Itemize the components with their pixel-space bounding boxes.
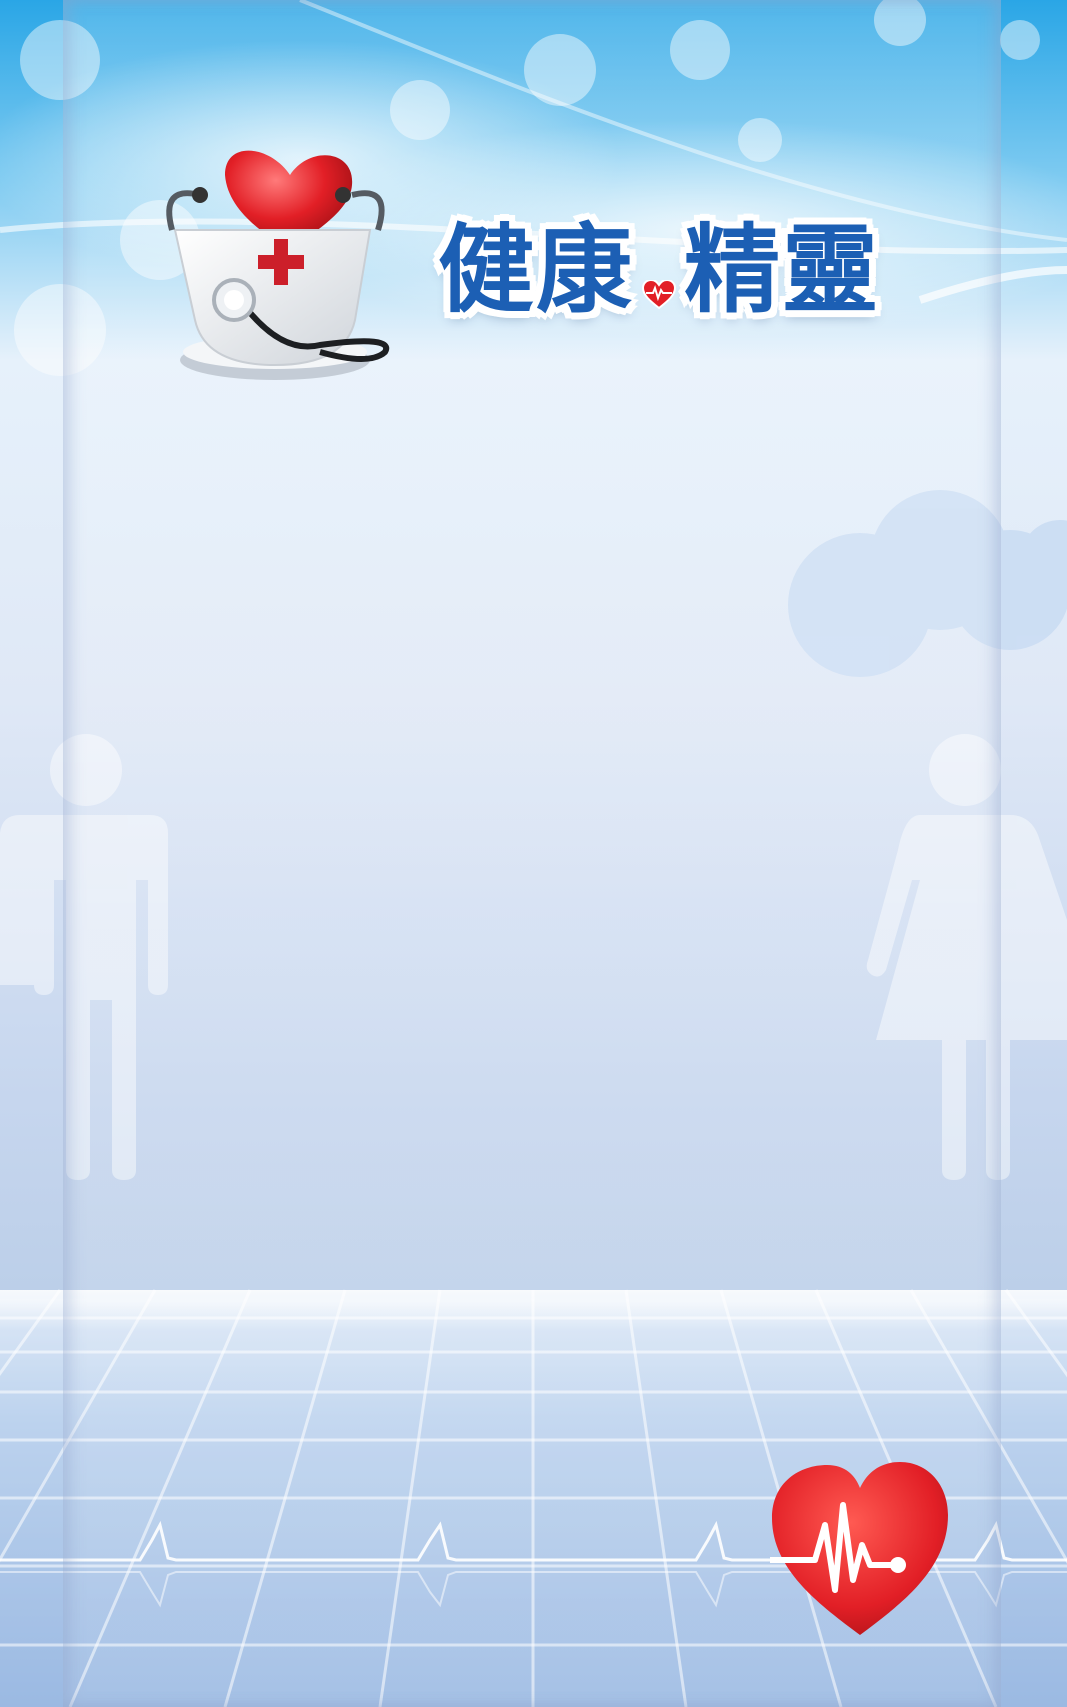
heartbeat-heart-icon: [770, 1462, 948, 1635]
poster-background: 健康 精靈: [0, 0, 1067, 1707]
